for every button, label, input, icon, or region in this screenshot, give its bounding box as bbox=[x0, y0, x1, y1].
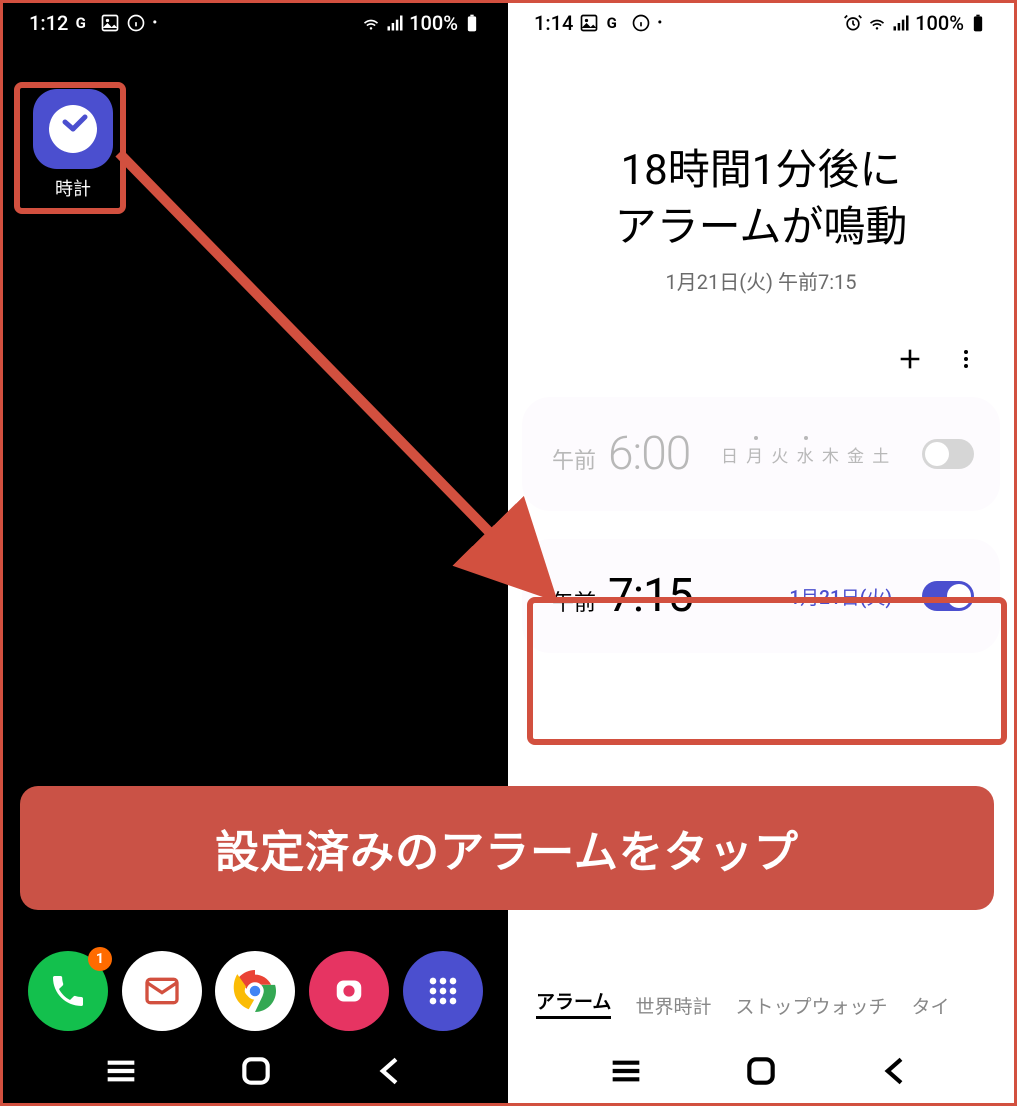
highlight-box bbox=[14, 82, 126, 214]
nav-bar bbox=[508, 1039, 1014, 1103]
wifi-icon bbox=[361, 13, 381, 33]
battery-icon bbox=[968, 13, 988, 33]
clock-app-screen: 1:14 G • 100% 18時間1分後に アラームが鳴動 1月21日(火) … bbox=[508, 3, 1014, 1103]
home-button[interactable] bbox=[236, 1051, 276, 1091]
signal-icon bbox=[891, 13, 911, 33]
status-time: 1:12 bbox=[29, 11, 68, 35]
signal-icon bbox=[385, 13, 405, 33]
chrome-app[interactable] bbox=[215, 951, 295, 1031]
alarm-toggle[interactable] bbox=[922, 439, 974, 469]
phone-app[interactable]: 1 bbox=[28, 951, 108, 1031]
next-alarm-title: 18時間1分後に アラームが鳴動 bbox=[528, 143, 994, 256]
status-time: 1:14 bbox=[534, 11, 573, 35]
messages-app[interactable] bbox=[122, 951, 202, 1031]
home-button[interactable] bbox=[741, 1051, 781, 1091]
battery-icon bbox=[462, 13, 482, 33]
image-icon bbox=[100, 13, 120, 33]
wifi-icon bbox=[867, 13, 887, 33]
svg-text:G: G bbox=[76, 14, 86, 32]
next-alarm-subtitle: 1月21日(火) 午前7:15 bbox=[528, 266, 994, 295]
dock: 1 bbox=[3, 951, 508, 1031]
toolbar bbox=[508, 295, 1014, 389]
alarm-header: 18時間1分後に アラームが鳴動 1月21日(火) 午前7:15 bbox=[508, 43, 1014, 295]
recents-button[interactable] bbox=[101, 1051, 141, 1091]
info-icon bbox=[126, 13, 146, 33]
apps-drawer[interactable] bbox=[403, 951, 483, 1031]
more-dot: • bbox=[657, 15, 662, 31]
status-bar: 1:14 G • 100% bbox=[508, 3, 1014, 43]
back-button[interactable] bbox=[876, 1051, 916, 1091]
tab-stopwatch[interactable]: ストップウォッチ bbox=[735, 992, 887, 1019]
nav-bar bbox=[3, 1039, 508, 1103]
camera-app[interactable] bbox=[309, 951, 389, 1031]
battery-text: 100% bbox=[409, 11, 458, 35]
alarm-ampm: 午前 bbox=[552, 443, 596, 475]
more-options-button[interactable] bbox=[952, 345, 980, 373]
alarm-days: 日 月 火 水 木 金 土 bbox=[702, 442, 910, 467]
back-button[interactable] bbox=[371, 1051, 411, 1091]
tab-world-clock[interactable]: 世界時計 bbox=[635, 992, 711, 1019]
alarm-time: 6:00 bbox=[608, 427, 690, 481]
alarm-item[interactable]: 午前 6:00 日 月 火 水 木 金 土 bbox=[522, 397, 1000, 511]
instruction-callout: 設定済みのアラームをタップ bbox=[20, 786, 994, 910]
tab-timer[interactable]: タイ bbox=[911, 992, 949, 1019]
bottom-tabs: アラーム 世界時計 ストップウォッチ タイ bbox=[508, 987, 1014, 1039]
alarm-status-icon bbox=[843, 13, 863, 33]
image-icon bbox=[579, 13, 599, 33]
more-dot: • bbox=[152, 15, 157, 31]
battery-text: 100% bbox=[915, 11, 964, 35]
google-icon: G bbox=[605, 13, 625, 33]
highlight-box bbox=[527, 597, 1007, 745]
phone-badge: 1 bbox=[88, 947, 112, 971]
info-icon bbox=[631, 13, 651, 33]
google-icon: G bbox=[74, 13, 94, 33]
svg-text:G: G bbox=[607, 14, 617, 32]
status-bar: 1:12 G • 100% bbox=[3, 3, 508, 43]
tab-alarm[interactable]: アラーム bbox=[536, 987, 611, 1019]
recents-button[interactable] bbox=[606, 1051, 646, 1091]
add-alarm-button[interactable] bbox=[896, 345, 924, 373]
